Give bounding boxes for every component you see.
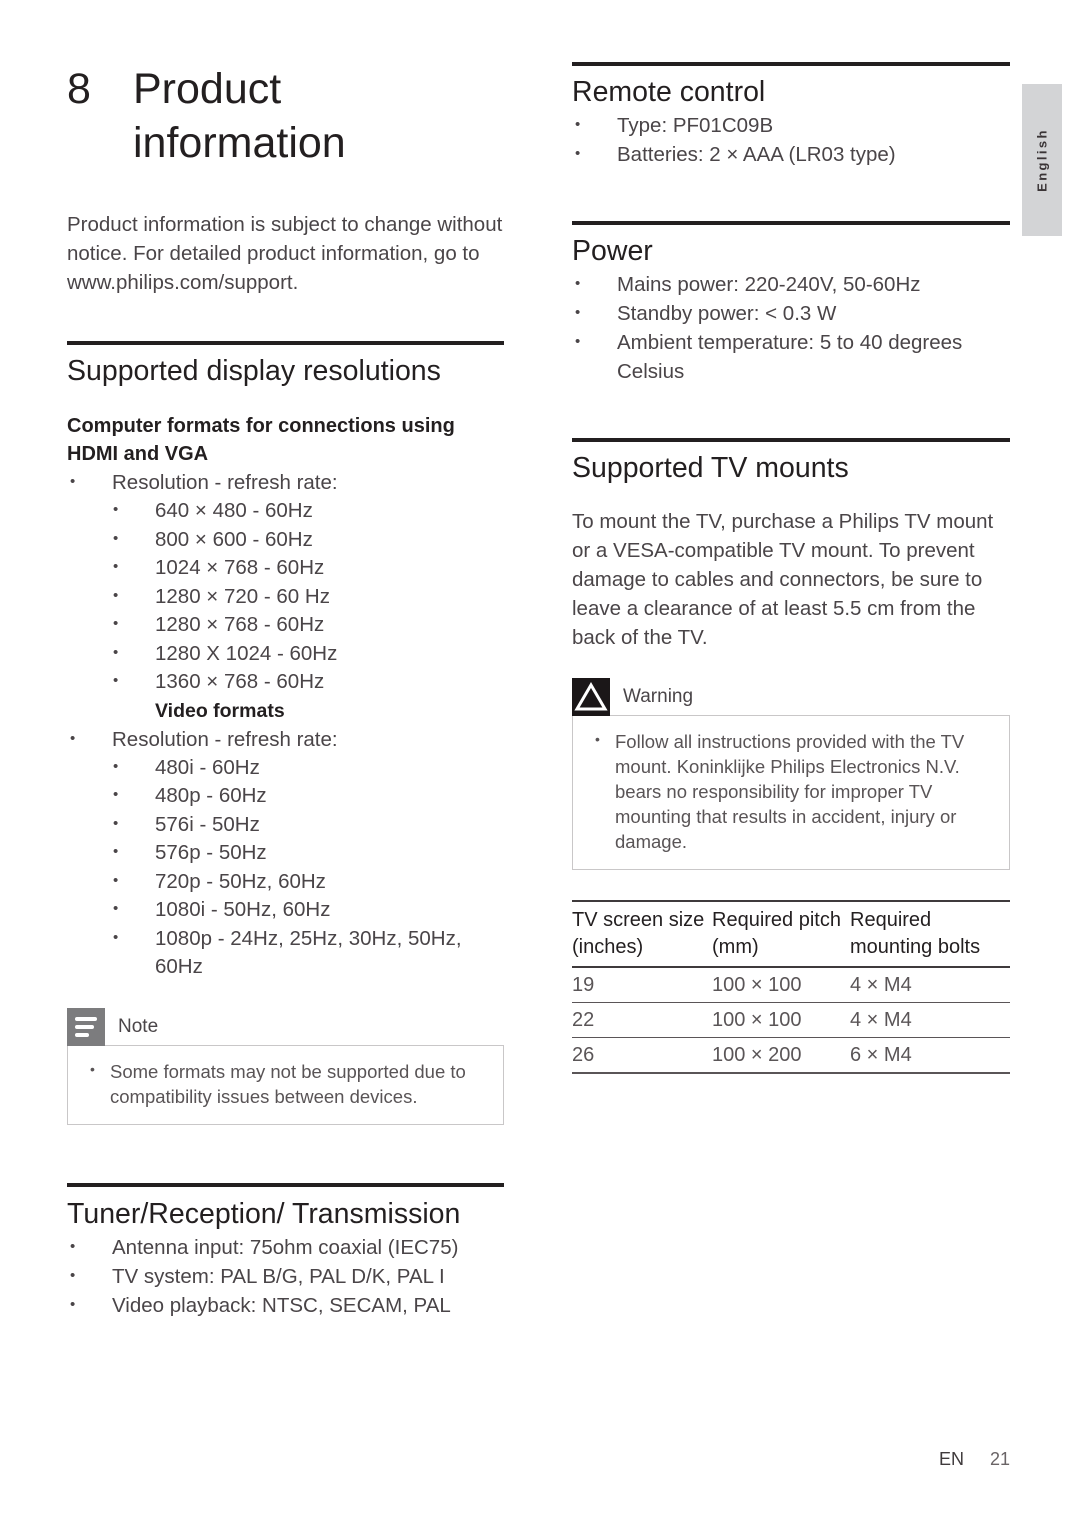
cell-bolts: 4 × M4	[850, 1002, 1010, 1038]
note-callout-label: Note	[118, 1015, 159, 1037]
left-column: 8 Product information Product informatio…	[67, 62, 504, 1320]
note-callout-body: Some formats may not be supported due to…	[67, 1044, 504, 1125]
list-item: Some formats may not be supported due to…	[84, 1057, 487, 1109]
tv-mounts-paragraph: To mount the TV, purchase a Philips TV m…	[572, 510, 994, 649]
chapter-title: Product information	[133, 65, 346, 167]
subheading-video-formats: Video formats	[155, 699, 285, 722]
section-remote-control: Remote control Type: PF01C09B Batteries:…	[572, 62, 1010, 169]
warning-callout: Warning Follow all instructions provided…	[572, 678, 1010, 870]
section-heading-remote-control: Remote control	[572, 76, 766, 108]
subheading-computer-formats: Computer formats for connections using H…	[67, 415, 455, 465]
list-item: Antenna input: 75ohm coaxial (IEC75)	[67, 1232, 504, 1262]
warning-callout-body: Follow all instructions provided with th…	[572, 715, 1010, 870]
section-rule	[572, 221, 1010, 225]
cell-pitch: 100 × 200	[712, 1037, 850, 1074]
list-item: 1280 × 768 - 60Hz	[110, 610, 504, 640]
cell-screen-size: 19	[572, 967, 712, 1003]
section-heading-power: Power	[572, 235, 653, 267]
page-footer: EN 21	[0, 1449, 1010, 1470]
language-side-tab-label: English	[1034, 128, 1050, 192]
section-tv-mounts: Supported TV mounts To mount the TV, pur…	[572, 438, 1010, 1074]
list-item: 480i - 60Hz	[110, 753, 504, 783]
list-item: 1280 × 720 - 60 Hz	[110, 582, 504, 612]
chapter-heading: 8 Product information	[67, 62, 504, 170]
right-column: Remote control Type: PF01C09B Batteries:…	[572, 62, 1010, 1074]
section-rule	[67, 341, 504, 345]
list-item: Ambient temperature: 5 to 40 degrees Cel…	[572, 327, 1010, 386]
footer-language-code: EN	[938, 1449, 964, 1469]
list-item: Batteries: 2 × AAA (LR03 type)	[572, 139, 1010, 169]
language-side-tab: English	[1022, 84, 1062, 236]
remote-control-list: Type: PF01C09B Batteries: 2 × AAA (LR03 …	[572, 110, 1010, 169]
intro-paragraph: Product information is subject to change…	[67, 213, 503, 294]
section-heading-tuner: Tuner/Reception/ Transmission	[67, 1197, 461, 1230]
section-display-resolutions: Supported display resolutions Computer f…	[67, 341, 504, 1125]
warning-icon	[572, 678, 610, 716]
manual-page: English 8 Product information Product in…	[0, 0, 1080, 1527]
tuner-list: Antenna input: 75ohm coaxial (IEC75) TV …	[67, 1232, 504, 1320]
list-item: 1280 X 1024 - 60Hz	[110, 639, 504, 669]
note-list: Some formats may not be supported due to…	[84, 1057, 487, 1109]
section-power: Power Mains power: 220-240V, 50-60Hz Sta…	[572, 221, 1010, 386]
power-list: Mains power: 220-240V, 50-60Hz Standby p…	[572, 269, 1010, 386]
list-item: Follow all instructions provided with th…	[589, 727, 993, 854]
table-row: 22 100 × 100 4 × M4	[572, 1002, 1010, 1038]
list-item: Video playback: NTSC, SECAM, PAL	[67, 1290, 504, 1320]
column-header-screen-size: TV screen size (inches)	[572, 900, 712, 968]
table-row: 19 100 × 100 4 × M4	[572, 967, 1010, 1003]
note-icon	[67, 1007, 105, 1046]
note-callout: Note Some formats may not be supported d…	[67, 1007, 504, 1125]
computer-formats-list: Resolution - refresh rate:	[67, 467, 504, 497]
section-rule	[572, 438, 1010, 442]
computer-formats-resolution-list: 640 × 480 - 60Hz 800 × 600 - 60Hz 1024 ×…	[67, 496, 504, 697]
list-item: 1080i - 50Hz, 60Hz	[110, 895, 504, 925]
cell-bolts: 6 × M4	[850, 1037, 1010, 1074]
chapter-number: 8	[67, 65, 91, 113]
list-item: 640 × 480 - 60Hz	[110, 496, 504, 526]
list-item: 800 × 600 - 60Hz	[110, 525, 504, 555]
list-item: 720p - 50Hz, 60Hz	[110, 867, 504, 897]
tv-mounts-table: TV screen size (inches) Required pitch (…	[572, 900, 1010, 1074]
list-item: 1080p - 24Hz, 25Hz, 30Hz, 50Hz, 60Hz	[110, 924, 504, 982]
warning-list: Follow all instructions provided with th…	[589, 727, 993, 854]
list-item: 576i - 50Hz	[110, 810, 504, 840]
section-heading-tv-mounts: Supported TV mounts	[572, 452, 849, 484]
list-item: Type: PF01C09B	[572, 110, 1010, 140]
list-item: 480p - 60Hz	[110, 781, 504, 811]
list-item: 576p - 50Hz	[110, 838, 504, 868]
list-item: Standby power: < 0.3 W	[572, 298, 1010, 328]
list-item: Resolution - refresh rate:	[67, 724, 504, 754]
list-item: Mains power: 220-240V, 50-60Hz	[572, 269, 1010, 299]
cell-pitch: 100 × 100	[712, 967, 850, 1003]
video-formats-list: Resolution - refresh rate:	[67, 724, 504, 754]
cell-bolts: 4 × M4	[850, 967, 1010, 1003]
list-item: 1024 × 768 - 60Hz	[110, 553, 504, 583]
warning-callout-header: Warning	[572, 678, 1010, 716]
column-header-required-pitch: Required pitch (mm)	[712, 900, 850, 968]
cell-screen-size: 26	[572, 1037, 712, 1074]
section-rule	[572, 62, 1010, 66]
video-formats-resolution-list: 480i - 60Hz 480p - 60Hz 576i - 50Hz 576p…	[67, 753, 504, 982]
section-rule	[67, 1182, 504, 1187]
cell-pitch: 100 × 100	[712, 1002, 850, 1038]
note-callout-header: Note	[67, 1007, 504, 1046]
list-item: 1360 × 768 - 60Hz	[110, 667, 504, 697]
cell-screen-size: 22	[572, 1002, 712, 1038]
table-header-row: TV screen size (inches) Required pitch (…	[572, 900, 1010, 968]
list-item: TV system: PAL B/G, PAL D/K, PAL I	[67, 1261, 504, 1291]
column-header-required-bolts: Required mounting bolts	[850, 900, 1010, 968]
section-heading-display-resolutions: Supported display resolutions	[67, 355, 441, 387]
section-tuner: Tuner/Reception/ Transmission Antenna in…	[67, 1182, 504, 1320]
table-row: 26 100 × 200 6 × M4	[572, 1037, 1010, 1074]
list-item: Resolution - refresh rate:	[67, 467, 504, 497]
warning-callout-label: Warning	[623, 686, 694, 707]
footer-page-number: 21	[989, 1449, 1010, 1469]
